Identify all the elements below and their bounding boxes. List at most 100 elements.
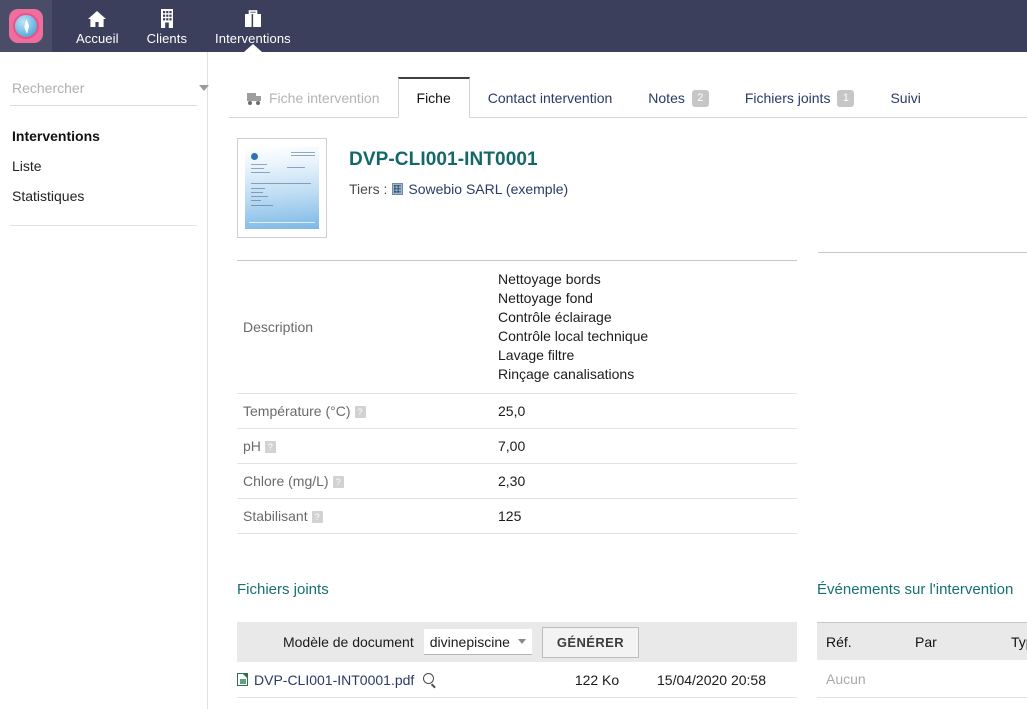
description-line: Lavage filtre xyxy=(498,347,575,363)
app-logo[interactable] xyxy=(0,0,52,52)
field-label-temperature-text: Température (°C) xyxy=(243,403,351,419)
field-value-temperature: 25,0 xyxy=(498,403,526,419)
tab-fiche[interactable]: Fiche xyxy=(397,77,470,118)
nav-item-clients-label: Clients xyxy=(146,30,188,46)
tab-bar: Fiche intervention Fiche Contact interve… xyxy=(229,70,1027,118)
events-empty-state: Aucun xyxy=(817,660,1027,698)
file-size: 122 Ko xyxy=(574,671,620,688)
events-section: Événements sur l'intervention Réf. Par T… xyxy=(817,580,1027,698)
page-title[interactable]: DVP-CLI001-INT0001 xyxy=(349,148,568,172)
document-generation-bar: Modèle de document divinepiscine GÉNÉRER xyxy=(237,622,797,662)
document-preview-thumbnail[interactable] xyxy=(237,138,327,238)
tiers-link[interactable]: Sowebio SARL (exemple) xyxy=(408,181,568,197)
field-label-chlore: Chlore (mg/L)? xyxy=(237,464,492,499)
right-panel-top-rule xyxy=(818,252,1027,253)
sidebar-item-statistiques[interactable]: Statistiques xyxy=(10,181,197,211)
briefcase-icon xyxy=(243,8,263,28)
tab-contact-intervention[interactable]: Contact intervention xyxy=(470,78,631,118)
field-label-stabilisant: Stabilisant? xyxy=(237,499,492,534)
file-link[interactable]: DVP-CLI001-INT0001.pdf xyxy=(237,672,537,688)
help-icon[interactable]: ? xyxy=(311,511,323,523)
chevron-down-icon[interactable] xyxy=(199,84,209,91)
field-value-chlore: 2,30 xyxy=(498,473,526,489)
help-icon[interactable]: ? xyxy=(264,441,276,453)
file-name-label: DVP-CLI001-INT0001.pdf xyxy=(254,671,415,688)
table-row-description: Description Nettoyage bords Nettoyage fo… xyxy=(237,260,797,394)
nav-item-clients[interactable]: Clients xyxy=(133,0,201,52)
help-icon[interactable]: ? xyxy=(332,476,344,488)
document-model-selected-value: divinepiscine xyxy=(429,633,510,650)
table-row-ph: pH? 7,00 xyxy=(237,429,797,464)
table-row-chlore: Chlore (mg/L)? 2,30 xyxy=(237,464,797,499)
tab-notes[interactable]: Notes 2 xyxy=(630,78,727,118)
tab-fichiers-joints[interactable]: Fichiers joints 1 xyxy=(727,78,873,118)
description-line: Contrôle local technique xyxy=(498,328,649,344)
tab-fiche-label: Fiche xyxy=(416,90,451,106)
record-header: DVP-CLI001-INT0001 Tiers : Sowebio SARL … xyxy=(237,138,1027,238)
generate-button[interactable]: GÉNÉRER xyxy=(541,626,639,658)
document-preview-page xyxy=(245,147,319,229)
files-section-title[interactable]: Fichiers joints xyxy=(237,580,797,600)
events-table-header: Réf. Par Typ xyxy=(817,622,1027,660)
help-icon[interactable]: ? xyxy=(354,406,366,418)
building-icon xyxy=(392,183,404,195)
events-section-title[interactable]: Événements sur l'intervention xyxy=(817,580,1027,600)
tab-fiche-intervention: Fiche intervention xyxy=(229,78,398,118)
top-navigation-bar: Accueil Clients Interventions xyxy=(0,0,1027,52)
preview-magnifier-icon[interactable] xyxy=(423,673,436,686)
field-value-ph: 7,00 xyxy=(498,438,526,454)
file-date: 15/04/2020 20:58 xyxy=(657,671,766,688)
record-tiers-row: Tiers : Sowebio SARL (exemple) xyxy=(349,181,568,197)
column-header-par: Par xyxy=(915,633,937,650)
globe-icon xyxy=(13,13,39,39)
divinepiscine-logo-icon xyxy=(9,9,43,43)
intervention-details-table: Description Nettoyage bords Nettoyage fo… xyxy=(237,260,797,534)
tab-notes-label: Notes xyxy=(648,90,685,106)
nav-items: Accueil Clients Interventions xyxy=(62,0,305,52)
sidebar-divider xyxy=(10,225,197,226)
sidebar-search[interactable] xyxy=(10,70,209,106)
field-value-description: Nettoyage bords Nettoyage fond Contrôle … xyxy=(492,261,797,394)
field-label-ph-text: pH xyxy=(243,438,261,454)
sidebar-menu: Interventions Liste Statistiques xyxy=(10,122,197,226)
document-model-select[interactable]: divinepiscine xyxy=(423,629,532,655)
print-truck-icon xyxy=(247,92,262,105)
field-label-stabilisant-text: Stabilisant xyxy=(243,508,308,524)
events-table: Réf. Par Typ Aucun xyxy=(817,622,1027,698)
table-row: DVP-CLI001-INT0001.pdf 122 Ko 15/04/2020… xyxy=(237,662,797,698)
tab-notes-badge: 2 xyxy=(691,89,709,107)
home-icon xyxy=(87,8,107,28)
building-icon xyxy=(159,8,175,28)
column-header-ref: Réf. xyxy=(826,633,852,650)
thumbnail-footer-line xyxy=(249,222,315,223)
field-value-stabilisant: 125 xyxy=(498,508,522,524)
nav-item-interventions[interactable]: Interventions xyxy=(201,0,305,52)
tab-suivi[interactable]: Suivi xyxy=(872,78,938,118)
description-line: Nettoyage bords xyxy=(498,271,601,287)
tab-suivi-label: Suivi xyxy=(890,90,921,106)
record-title-block: DVP-CLI001-INT0001 Tiers : Sowebio SARL … xyxy=(349,138,568,238)
tab-fichiers-joints-label: Fichiers joints xyxy=(744,90,831,106)
tiers-label: Tiers : xyxy=(349,181,388,197)
nav-item-accueil[interactable]: Accueil xyxy=(62,0,133,52)
files-section: Fichiers joints Modèle de document divin… xyxy=(237,580,797,698)
pdf-file-icon xyxy=(237,673,248,686)
thumbnail-logo-icon xyxy=(251,153,258,160)
document-model-label: Modèle de document xyxy=(282,634,414,650)
sidebar: Interventions Liste Statistiques xyxy=(0,52,209,709)
tab-contact-intervention-label: Contact intervention xyxy=(487,90,613,106)
search-input[interactable] xyxy=(12,79,193,96)
field-label-description: Description xyxy=(243,319,314,335)
description-line: Rinçage canalisations xyxy=(498,366,635,382)
field-label-chlore-text: Chlore (mg/L) xyxy=(243,473,329,489)
table-row-stabilisant: Stabilisant? 125 xyxy=(237,499,797,534)
nav-item-accueil-label: Accueil xyxy=(76,30,119,46)
table-row-temperature: Température (°C)? 25,0 xyxy=(237,394,797,429)
description-line: Nettoyage fond xyxy=(498,290,593,306)
chevron-down-icon xyxy=(517,639,526,644)
field-label-temperature: Température (°C)? xyxy=(237,394,492,429)
field-label-ph: pH? xyxy=(237,429,492,464)
sidebar-item-liste[interactable]: Liste xyxy=(10,151,197,181)
description-line: Contrôle éclairage xyxy=(498,309,612,325)
tab-fiche-intervention-label: Fiche intervention xyxy=(269,90,380,106)
